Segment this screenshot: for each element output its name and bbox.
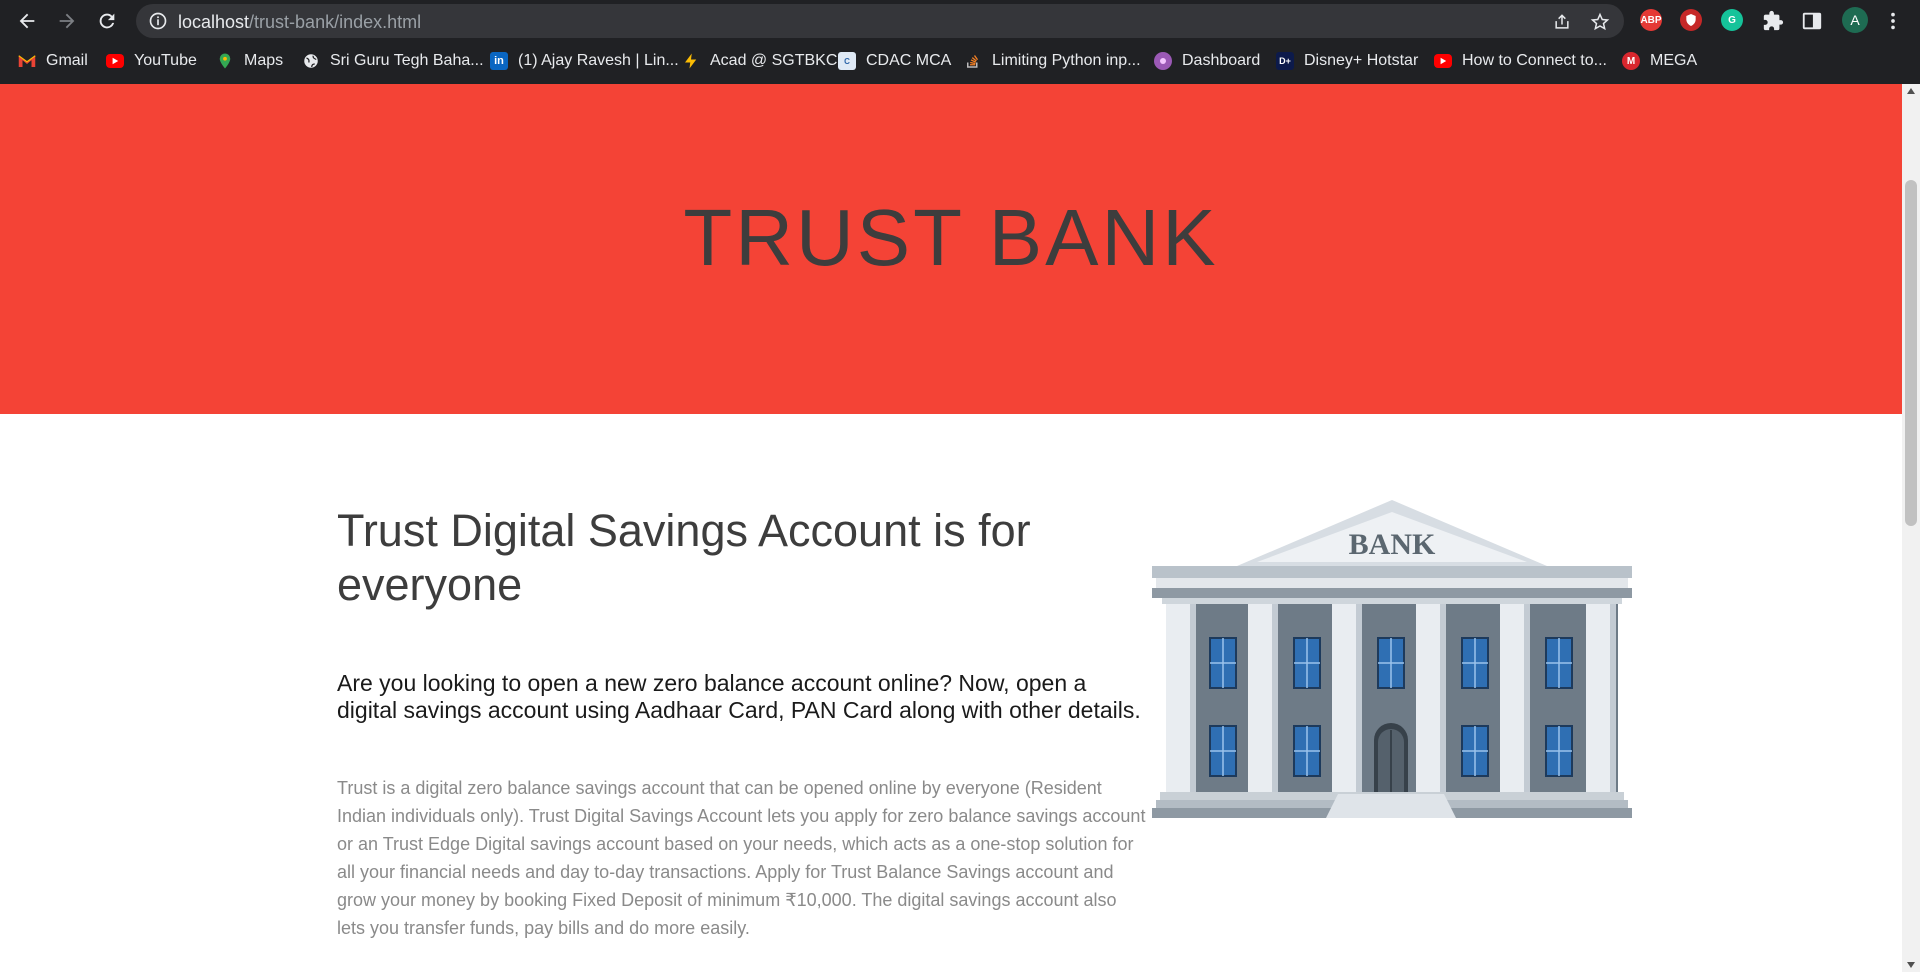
share-icon[interactable] (1552, 12, 1572, 32)
stackoverflow-icon (964, 52, 982, 70)
extensions-puzzle-icon[interactable] (1762, 10, 1784, 32)
bookmark-cdac-mca[interactable]: C CDAC MCA (838, 51, 951, 71)
scroll-up-arrow-icon[interactable] (1907, 88, 1915, 94)
info-icon[interactable] (148, 11, 168, 31)
shield-icon (1686, 14, 1696, 26)
globe-icon (302, 52, 320, 70)
page-title: TRUST BANK (683, 192, 1219, 282)
more-vertical-icon[interactable] (1882, 10, 1904, 32)
bookmark-maps[interactable]: Maps (216, 51, 283, 71)
lightning-icon (682, 52, 700, 70)
bookmark-mega[interactable]: M MEGA (1622, 51, 1697, 71)
dashboard-icon (1154, 52, 1172, 70)
bookmark-star-icon[interactable] (1590, 12, 1610, 32)
youtube-icon (106, 54, 124, 68)
bookmark-linkedin[interactable]: in (1) Ajay Ravesh | Lin... (490, 51, 679, 71)
scroll-down-arrow-icon[interactable] (1907, 962, 1915, 968)
bookmark-gmail[interactable]: Gmail (18, 51, 88, 71)
url-host: localhost (178, 12, 250, 32)
bookmarks-bar: Gmail YouTube Maps Sri Guru Tegh Baha...… (0, 42, 1920, 112)
browser-toolbar: localhost/trust-bank/index.html ABP G A (0, 0, 1920, 42)
bookmark-youtube[interactable]: YouTube (106, 51, 197, 71)
bookmark-sri-guru-tegh-bahadur[interactable]: Sri Guru Tegh Baha... (302, 51, 484, 71)
maps-icon (216, 52, 234, 70)
section-subheading: Are you looking to open a new zero balan… (337, 670, 1141, 723)
hero-banner: TRUST BANK (0, 84, 1902, 414)
bookmark-limiting-python[interactable]: Limiting Python inp... (964, 51, 1141, 71)
cdac-icon: C (838, 52, 856, 70)
bookmark-how-to-connect[interactable]: How to Connect to... (1434, 51, 1607, 71)
reload-icon (99, 13, 115, 29)
side-panel-icon[interactable] (1801, 10, 1823, 32)
back-button[interactable] (14, 8, 40, 34)
hotstar-icon: D+ (1276, 52, 1294, 70)
bookmark-disney-hotstar[interactable]: D+ Disney+ Hotstar (1276, 51, 1418, 71)
url-text[interactable]: localhost/trust-bank/index.html (178, 12, 421, 33)
grammarly-icon[interactable]: G (1721, 9, 1743, 31)
bank-building-illustration: BANK (1152, 500, 1632, 818)
forward-button[interactable] (54, 8, 80, 34)
arrow-right-icon (59, 13, 75, 29)
section-headline: Trust Digital Savings Account is for eve… (337, 505, 1031, 610)
vpn-extension-icon[interactable] (1680, 9, 1702, 31)
browser-chrome: localhost/trust-bank/index.html ABP G A … (0, 0, 1920, 112)
mega-icon: M (1622, 52, 1640, 70)
address-bar[interactable]: localhost/trust-bank/index.html (136, 4, 1624, 38)
page-viewport: TRUST BANK Trust Digital Savings Account… (0, 84, 1902, 972)
youtube-icon (1434, 54, 1452, 68)
section-body-text: Trust is a digital zero balance savings … (337, 778, 1146, 938)
scrollbar-thumb[interactable] (1905, 180, 1917, 526)
bookmark-acad-sgtbkc[interactable]: Acad @ SGTBKC (682, 51, 837, 71)
gmail-icon (18, 52, 36, 70)
reload-button[interactable] (94, 8, 120, 34)
bank-sign-text: BANK (1349, 528, 1436, 561)
url-path: /trust-bank/index.html (249, 12, 422, 32)
bookmark-dashboard[interactable]: Dashboard (1154, 51, 1260, 71)
adblock-plus-icon[interactable]: ABP (1640, 9, 1662, 31)
arrow-left-icon (19, 13, 35, 29)
linkedin-icon: in (490, 52, 508, 70)
account-intro: Trust Digital Savings Account is for eve… (337, 504, 1147, 942)
profile-avatar[interactable]: A (1842, 7, 1868, 33)
page-scrollbar[interactable] (1902, 84, 1920, 972)
